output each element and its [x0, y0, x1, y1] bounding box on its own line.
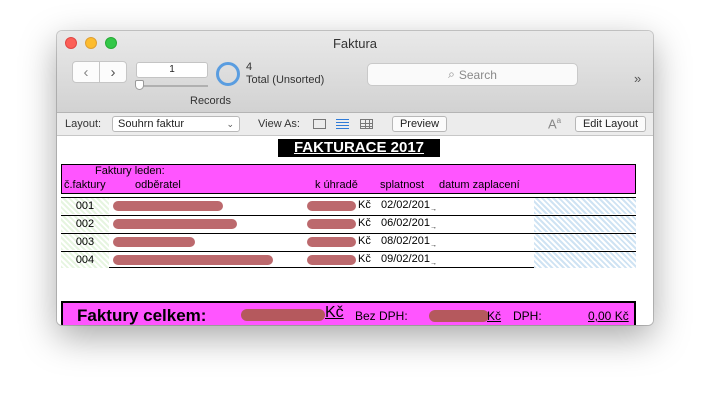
total-redacted: [241, 309, 325, 321]
customer-redacted: [113, 219, 237, 229]
amount-redacted: [307, 255, 356, 265]
total-currency: Kč: [325, 304, 344, 321]
col-paid-header: datum zaplacení: [439, 179, 520, 191]
amount-redacted: [307, 219, 356, 229]
report-title: FAKTURACE 2017: [278, 139, 440, 157]
edit-layout-button[interactable]: Edit Layout: [575, 116, 646, 132]
overflow-arrow-icon: →: [430, 224, 437, 231]
amount-currency: Kč: [358, 199, 371, 211]
customer-redacted: [113, 237, 195, 247]
due-date[interactable]: 08/02/201: [381, 235, 430, 247]
dph-value: 0,00 Kč: [588, 309, 629, 323]
invoice-number[interactable]: 002: [61, 216, 109, 232]
toolbar-overflow-icon[interactable]: »: [634, 71, 641, 86]
customer-redacted: [113, 201, 223, 211]
amount-currency: Kč: [358, 235, 371, 247]
totals-label: Faktury celkem:: [77, 306, 207, 325]
col-due-header: splatnost: [380, 179, 425, 191]
search-field[interactable]: ⌕ Search: [367, 63, 578, 86]
group-label: Faktury leden:: [95, 165, 165, 177]
search-placeholder: Search: [458, 67, 497, 82]
paid-date-field[interactable]: [534, 252, 636, 268]
invoice-row[interactable]: 004 Kč 09/02/201 →: [61, 251, 636, 268]
overflow-arrow-icon: →: [430, 206, 437, 213]
toolbar: Faktura ‹ › 1 Records 4 Total (Unsorted)…: [57, 31, 653, 113]
paid-date-field[interactable]: [534, 198, 636, 214]
window-title: Faktura: [332, 36, 378, 51]
bez-dph-label: Bez DPH:: [355, 309, 408, 323]
amount-currency: Kč: [358, 253, 371, 265]
invoice-row[interactable]: 001 Kč 02/02/201 →: [61, 197, 636, 214]
paid-date-field[interactable]: [534, 234, 636, 250]
app-window: Faktura ‹ › 1 Records 4 Total (Unsorted)…: [57, 31, 653, 325]
due-date[interactable]: 06/02/201: [381, 217, 430, 229]
amount-redacted: [307, 237, 356, 247]
record-number-input[interactable]: 1: [136, 62, 208, 78]
invoice-number[interactable]: 004: [61, 252, 109, 268]
record-slider-knob[interactable]: [135, 80, 144, 90]
invoice-number[interactable]: 003: [61, 234, 109, 250]
amount-currency: Kč: [358, 217, 371, 229]
overflow-arrow-icon: →: [430, 260, 437, 267]
record-nav: ‹ ›: [72, 61, 127, 83]
bez-dph-redacted: [429, 310, 489, 322]
record-slider-track[interactable]: [138, 85, 208, 87]
report-content: FAKTURACE 2017 Faktury leden: č.faktury …: [57, 137, 653, 325]
bez-dph-currency: Kč: [487, 309, 502, 323]
invoice-row[interactable]: 002 Kč 06/02/201 →: [61, 215, 636, 232]
customer-redacted: [113, 255, 273, 265]
layout-select[interactable]: Souhrn faktur ⌄: [112, 116, 240, 132]
paid-date-field[interactable]: [534, 216, 636, 232]
invoice-row[interactable]: 003 Kč 08/02/201 →: [61, 233, 636, 250]
layout-bar: Layout: Souhrn faktur ⌄ View As: Preview…: [57, 113, 653, 136]
records-label: Records: [190, 95, 231, 107]
preview-button[interactable]: Preview: [392, 116, 447, 132]
chevron-right-icon[interactable]: ›: [99, 62, 126, 82]
record-count: 4 Total (Unsorted): [246, 61, 324, 87]
due-date[interactable]: 02/02/201: [381, 199, 430, 211]
total-label: Total (Unsorted): [246, 74, 325, 86]
search-icon: ⌕: [448, 67, 455, 81]
col-amount-header: k úhradě: [315, 179, 358, 191]
overflow-arrow-icon: →: [430, 242, 437, 249]
chevron-down-icon: ⌄: [226, 119, 234, 129]
report-header: Faktury leden: č.faktury odběratel k úhr…: [61, 164, 636, 194]
view-as-label: View As:: [258, 118, 300, 130]
text-format-icon[interactable]: Aa: [548, 116, 561, 131]
dph-label: DPH:: [513, 309, 542, 323]
amount-redacted: [307, 201, 356, 211]
invoice-number[interactable]: 001: [61, 198, 109, 214]
layout-label: Layout:: [65, 118, 102, 130]
form-view-icon[interactable]: [313, 119, 326, 129]
due-date[interactable]: 09/02/201: [381, 253, 430, 265]
layout-select-value: Souhrn faktur: [118, 118, 185, 130]
list-view-icon[interactable]: [336, 119, 349, 129]
totals-bar: Faktury celkem: Kč Bez DPH: Kč DPH: 0,00…: [61, 301, 636, 325]
table-view-icon[interactable]: [360, 119, 373, 129]
found-set-pie-icon: [216, 62, 240, 86]
chevron-left-icon[interactable]: ‹: [73, 62, 99, 82]
col-customer-header: odběratel: [135, 179, 181, 191]
total-count: 4: [246, 61, 253, 73]
col-number-header: č.faktury: [64, 179, 106, 191]
